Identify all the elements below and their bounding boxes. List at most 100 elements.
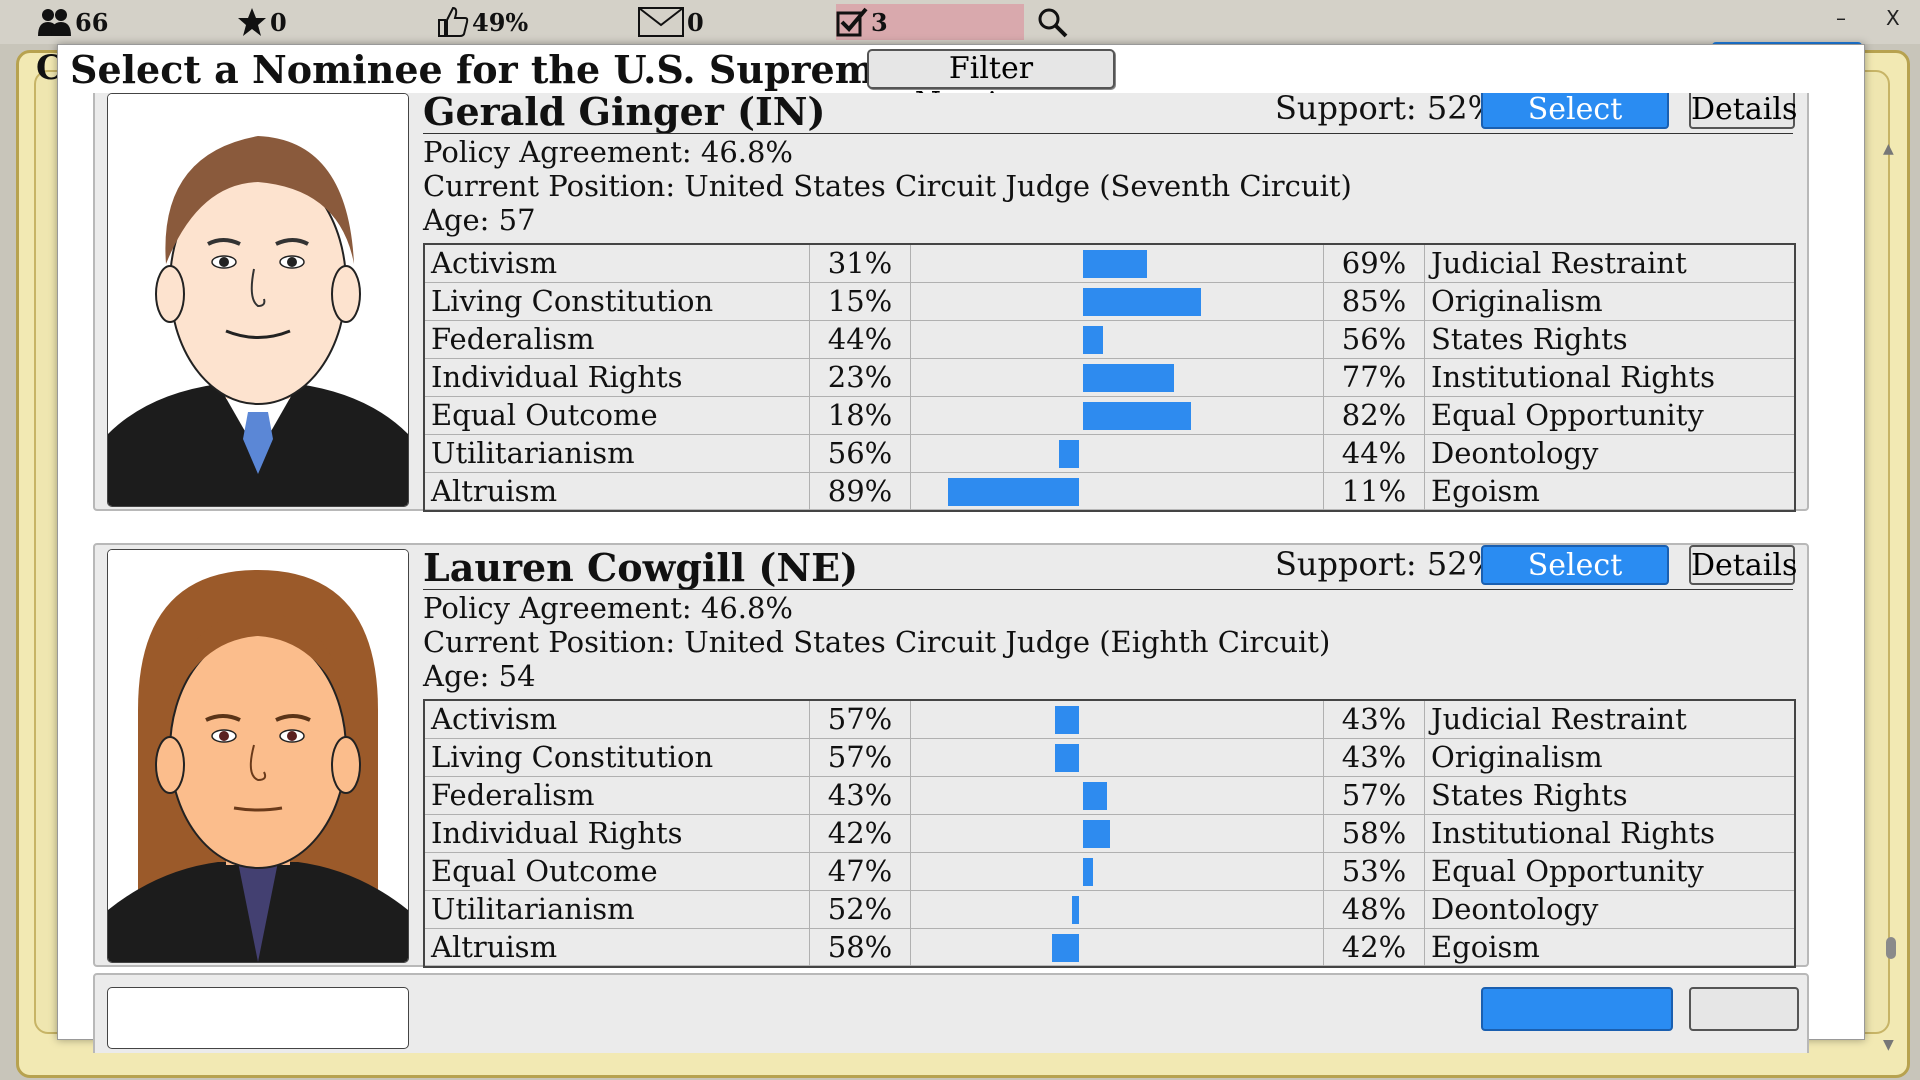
lean-bar	[1083, 402, 1191, 430]
approval-stat[interactable]: 49%	[437, 4, 528, 40]
scroll-thumb[interactable]	[1886, 937, 1896, 959]
nominee-list[interactable]: Gerald Ginger (IN) Support: 52% Select D…	[93, 93, 1825, 1053]
nominee-age: Age: 54	[423, 659, 536, 693]
messages-stat[interactable]: 0	[638, 4, 704, 40]
tasks-stat[interactable]: 3	[836, 4, 1024, 40]
left-trait: Living Constitution	[423, 738, 810, 777]
female-judge-avatar-icon	[108, 550, 408, 962]
lean-bar-cell	[910, 320, 1324, 359]
right-trait: Equal Opportunity	[1424, 852, 1796, 891]
lean-bar-cell	[910, 814, 1324, 853]
lean-bar	[1083, 326, 1104, 354]
name-underline	[423, 589, 1793, 590]
lean-bar	[1055, 706, 1079, 734]
search-icon	[1038, 8, 1068, 38]
left-trait: Individual Rights	[423, 358, 810, 397]
checkbox-icon	[836, 7, 868, 37]
people-icon	[38, 9, 71, 36]
select-button[interactable]: Select	[1481, 93, 1669, 129]
nominee-dialog: Select a Nominee for the U.S. Supreme Co…	[57, 44, 1896, 1053]
details-button[interactable]: Details	[1689, 93, 1797, 129]
lean-bar-cell	[910, 434, 1324, 473]
left-percent: 23%	[809, 358, 911, 397]
lean-bar	[1083, 250, 1147, 278]
nominee-name: Gerald Ginger (IN)	[423, 93, 826, 134]
lean-bar-cell	[910, 738, 1324, 777]
right-trait: States Rights	[1424, 776, 1796, 815]
stars-stat[interactable]: 0	[237, 4, 287, 40]
lean-bar-cell	[910, 699, 1324, 739]
left-trait: Federalism	[423, 776, 810, 815]
right-percent: 48%	[1323, 890, 1425, 929]
right-trait: States Rights	[1424, 320, 1796, 359]
left-trait: Altruism	[423, 928, 810, 968]
messages-count: 0	[687, 7, 704, 37]
ideology-row: Altruism 58% 42% Egoism	[423, 928, 1796, 968]
ideology-row: Living Constitution 15% 85% Originalism	[423, 282, 1796, 321]
population-stat[interactable]: 66	[38, 4, 108, 40]
lean-bar	[1055, 744, 1079, 772]
details-button[interactable]: Details	[1689, 545, 1797, 585]
left-percent: 31%	[809, 243, 911, 283]
lean-bar	[1083, 288, 1201, 316]
right-trait: Egoism	[1424, 928, 1796, 968]
tasks-count: 3	[871, 7, 888, 37]
right-trait: Egoism	[1424, 472, 1796, 512]
select-button[interactable]: Select	[1481, 545, 1669, 585]
right-trait: Judicial Restraint	[1424, 699, 1796, 739]
ideology-row: Utilitarianism 52% 48% Deontology	[423, 890, 1796, 929]
left-percent: 44%	[809, 320, 911, 359]
left-percent: 47%	[809, 852, 911, 891]
stars-count: 0	[270, 7, 287, 37]
lean-bar-cell	[910, 243, 1324, 283]
ideology-row: Federalism 44% 56% States Rights	[423, 320, 1796, 359]
right-percent: 57%	[1323, 776, 1425, 815]
close-button[interactable]: X	[1886, 6, 1900, 30]
right-percent: 43%	[1323, 699, 1425, 739]
left-percent: 57%	[809, 699, 911, 739]
lean-bar-cell	[910, 928, 1324, 968]
left-trait: Activism	[423, 243, 810, 283]
ideology-row: Utilitarianism 56% 44% Deontology	[423, 434, 1796, 473]
name-underline	[423, 133, 1793, 134]
population-count: 66	[75, 7, 109, 37]
lean-bar	[1083, 782, 1107, 810]
lean-bar	[1083, 364, 1174, 392]
search-button[interactable]	[1036, 4, 1068, 40]
right-percent: 44%	[1323, 434, 1425, 473]
filter-nominees-button[interactable]: Filter Nominees	[867, 49, 1115, 121]
left-percent: 58%	[809, 928, 911, 968]
select-button[interactable]	[1481, 987, 1673, 1031]
right-percent: 69%	[1323, 243, 1425, 283]
details-button[interactable]	[1689, 987, 1799, 1031]
star-icon	[238, 8, 266, 36]
lean-bar	[1083, 858, 1094, 886]
ideology-rows: Activism 31% 69% Judicial Restraint Living C…	[423, 243, 1796, 512]
nominee-card-partial	[93, 973, 1809, 1053]
ideology-row: Activism 31% 69% Judicial Restraint	[423, 243, 1796, 283]
nominee-portrait	[107, 549, 409, 963]
ideology-row: Living Constitution 57% 43% Originalism	[423, 738, 1796, 777]
ideology-row: Individual Rights 23% 77% Institutional Rig…	[423, 358, 1796, 397]
left-trait: Federalism	[423, 320, 810, 359]
nominee-card: Gerald Ginger (IN) Support: 52% Select D…	[93, 93, 1809, 512]
policy-agreement: Policy Agreement: 46.8%	[423, 591, 793, 625]
right-trait: Deontology	[1424, 434, 1796, 473]
policy-agreement: Policy Agreement: 46.8%	[423, 135, 793, 169]
lean-bar-cell	[910, 396, 1324, 435]
scroll-up-arrow-icon[interactable]: ▲	[1883, 141, 1894, 157]
support-value: Support: 52%	[1275, 93, 1498, 127]
nominee-portrait	[107, 987, 409, 1049]
minimize-button[interactable]: –	[1836, 6, 1846, 30]
list-scrollbar[interactable]: ▲ ▼	[1875, 141, 1907, 1053]
ideology-table: Activism 57% 43% Judicial Restraint Living C…	[423, 699, 1796, 968]
left-trait: Equal Outcome	[423, 396, 810, 435]
ideology-row: Equal Outcome 18% 82% Equal Opportunity	[423, 396, 1796, 435]
nominee-card: Lauren Cowgill (NE) Support: 52% Select …	[93, 543, 1809, 968]
right-trait: Originalism	[1424, 282, 1796, 321]
support-value: Support: 52%	[1275, 545, 1498, 583]
right-percent: 43%	[1323, 738, 1425, 777]
scroll-down-arrow-icon[interactable]: ▼	[1883, 1037, 1894, 1053]
ideology-row: Activism 57% 43% Judicial Restraint	[423, 699, 1796, 739]
lean-bar-cell	[910, 852, 1324, 891]
